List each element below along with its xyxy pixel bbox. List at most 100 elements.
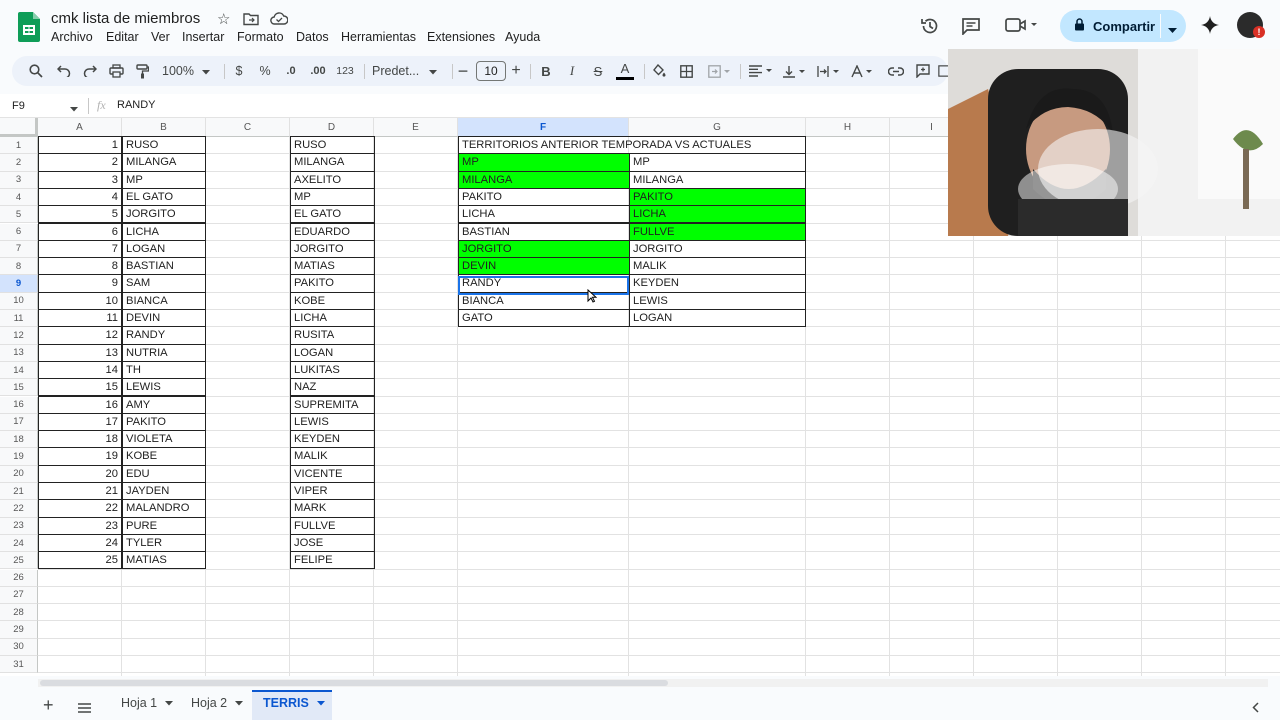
column-header-f[interactable]: F: [458, 118, 629, 137]
cell-d1[interactable]: RUSO: [290, 136, 375, 155]
cell-b6[interactable]: LICHA: [122, 222, 206, 241]
cell-g6[interactable]: FULLVE: [629, 222, 806, 241]
column-header-d[interactable]: D: [290, 118, 374, 137]
row-header-23[interactable]: 23: [0, 517, 38, 535]
cell-f11[interactable]: GATO: [458, 309, 630, 328]
cell-d18[interactable]: KEYDEN: [290, 430, 375, 449]
row-header-24[interactable]: 24: [0, 534, 38, 553]
cell-b22[interactable]: MALANDRO: [122, 499, 206, 518]
horizontal-scrollbar[interactable]: [38, 679, 1268, 687]
row-header-14[interactable]: 14: [0, 361, 38, 380]
select-all-corner[interactable]: [0, 118, 38, 137]
cell-f3[interactable]: MILANGA: [458, 170, 630, 189]
row-header-19[interactable]: 19: [0, 448, 38, 466]
font-family-select[interactable]: Predet...: [372, 56, 442, 86]
decrease-decimal-button[interactable]: .0: [281, 56, 301, 86]
decrease-font-size-button[interactable]: −: [456, 56, 470, 86]
menu-archivo[interactable]: Archivo: [51, 30, 93, 44]
column-header-c[interactable]: C: [206, 118, 290, 137]
italic-button[interactable]: I: [563, 56, 581, 86]
column-header-g[interactable]: G: [629, 118, 806, 137]
row-header-11[interactable]: 11: [0, 310, 38, 328]
cell-a20[interactable]: 20: [38, 464, 122, 483]
search-icon[interactable]: [26, 56, 46, 86]
row-header-22[interactable]: 22: [0, 500, 38, 518]
column-header-e[interactable]: E: [374, 118, 458, 137]
cell-a3[interactable]: 3: [38, 170, 122, 189]
currency-format-button[interactable]: $: [230, 56, 248, 86]
text-color-button[interactable]: A: [615, 56, 635, 86]
cell-d6[interactable]: EDUARDO: [290, 222, 375, 241]
cell-d2[interactable]: MILANGA: [290, 153, 375, 172]
cell-d7[interactable]: JORGITO: [290, 239, 375, 259]
row-header-10[interactable]: 10: [0, 292, 38, 310]
cell-b15[interactable]: LEWIS: [122, 378, 206, 397]
row-header-9[interactable]: 9: [0, 275, 38, 293]
gemini-sparkle-icon[interactable]: [1201, 16, 1219, 39]
bold-button[interactable]: B: [537, 56, 555, 86]
row-header-20[interactable]: 20: [0, 465, 38, 483]
cell-b24[interactable]: TYLER: [122, 533, 206, 553]
text-rotation-icon[interactable]: [848, 56, 878, 86]
cell-g11[interactable]: LOGAN: [629, 309, 806, 328]
cell-a6[interactable]: 6: [38, 222, 122, 241]
zoom-select[interactable]: 100%: [162, 56, 214, 86]
cell-f7[interactable]: JORGITO: [458, 239, 630, 259]
formula-input[interactable]: RANDY: [117, 99, 156, 111]
cell-a2[interactable]: 2: [38, 153, 122, 172]
cell-d21[interactable]: VIPER: [290, 482, 375, 501]
cell-b12[interactable]: RANDY: [122, 326, 206, 345]
sheet-tab-terris[interactable]: TERRIS: [263, 696, 325, 710]
cell-b1[interactable]: RUSO: [122, 136, 206, 155]
cell-a8[interactable]: 8: [38, 257, 122, 276]
cell-d14[interactable]: LUKITAS: [290, 360, 375, 380]
cell-f5[interactable]: LICHA: [458, 205, 630, 224]
cell-d11[interactable]: LICHA: [290, 309, 375, 328]
undo-icon[interactable]: [54, 56, 74, 86]
cell-a9[interactable]: 9: [38, 274, 122, 293]
menu-extensiones[interactable]: Extensiones: [427, 30, 495, 44]
menu-datos[interactable]: Datos: [296, 30, 329, 44]
cell-g2[interactable]: MP: [629, 153, 806, 172]
cell-d17[interactable]: LEWIS: [290, 412, 375, 432]
menu-ayuda[interactable]: Ayuda: [505, 30, 540, 44]
cell-b5[interactable]: JORGITO: [122, 205, 206, 224]
cell-a7[interactable]: 7: [38, 239, 122, 259]
column-header-b[interactable]: B: [122, 118, 206, 137]
row-header-17[interactable]: 17: [0, 413, 38, 432]
text-wrap-icon[interactable]: [814, 56, 844, 86]
cell-d16[interactable]: SUPREMITA: [290, 395, 375, 414]
menu-editar[interactable]: Editar: [106, 30, 139, 44]
row-header-29[interactable]: 29: [0, 621, 38, 639]
cell-b9[interactable]: SAM: [122, 274, 206, 293]
cell-d12[interactable]: RUSITA: [290, 326, 375, 345]
cell-a10[interactable]: 10: [38, 291, 122, 310]
row-header-4[interactable]: 4: [0, 188, 38, 207]
cell-a15[interactable]: 15: [38, 378, 122, 397]
cell-b23[interactable]: PURE: [122, 516, 206, 535]
cell-d13[interactable]: LOGAN: [290, 343, 375, 362]
merge-cells-icon[interactable]: [704, 56, 734, 86]
cell-g4[interactable]: PAKITO: [629, 187, 806, 207]
fill-color-icon[interactable]: [650, 56, 668, 86]
sheet-tab-hoja2[interactable]: Hoja 2: [191, 696, 244, 710]
cell-f4[interactable]: PAKITO: [458, 187, 630, 207]
version-history-icon[interactable]: [920, 16, 940, 41]
row-header-27[interactable]: 27: [0, 586, 38, 605]
cell-a18[interactable]: 18: [38, 430, 122, 449]
cell-d24[interactable]: JOSE: [290, 533, 375, 553]
row-header-6[interactable]: 6: [0, 223, 38, 241]
insert-link-icon[interactable]: [886, 56, 906, 86]
cell-a13[interactable]: 13: [38, 343, 122, 362]
cell-d3[interactable]: AXELITO: [290, 170, 375, 189]
cell-b18[interactable]: VIOLETA: [122, 430, 206, 449]
collapse-side-panel-icon[interactable]: [1252, 700, 1259, 718]
cell-d5[interactable]: EL GATO: [290, 205, 375, 224]
cell-d8[interactable]: MATIAS: [290, 257, 375, 276]
row-header-25[interactable]: 25: [0, 552, 38, 570]
cell-b11[interactable]: DEVIN: [122, 309, 206, 328]
cell-f8[interactable]: DEVIN: [458, 257, 630, 276]
row-header-31[interactable]: 31: [0, 656, 38, 674]
font-size-input[interactable]: 10: [476, 61, 506, 81]
cell-b10[interactable]: BIANCA: [122, 291, 206, 310]
